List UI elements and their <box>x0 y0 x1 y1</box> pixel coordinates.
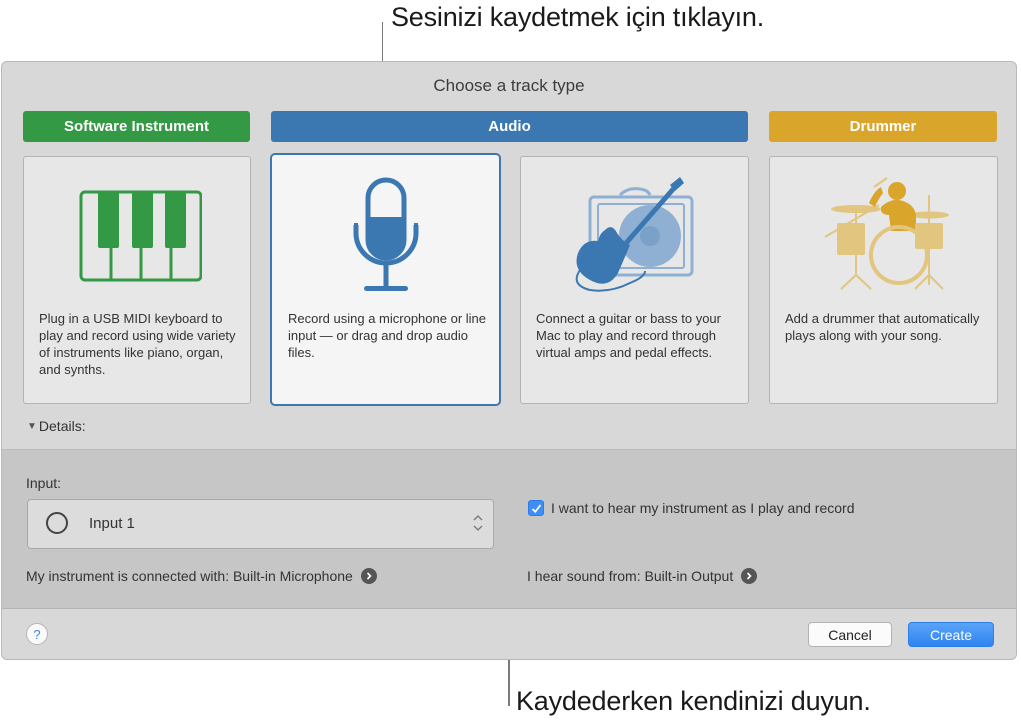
cancel-button[interactable]: Cancel <box>808 622 892 647</box>
output-connection-text: I hear sound from: Built-in Output <box>527 568 734 584</box>
card-description: Add a drummer that automatically plays a… <box>785 311 980 343</box>
details-label: Details: <box>38 418 86 434</box>
callout-hear-yourself: Kaydederken kendinizi duyun. <box>516 686 871 716</box>
monitor-checkbox[interactable] <box>528 500 544 516</box>
instrument-connection-text: My instrument is connected with: Built-i… <box>26 568 353 584</box>
piano-keys-icon <box>24 175 250 305</box>
input-label: Input: <box>26 475 62 491</box>
drummer-icon <box>770 175 997 305</box>
tab-drummer[interactable]: Drummer <box>769 111 997 142</box>
chevron-right-icon <box>366 572 372 580</box>
card-audio-microphone[interactable]: Record using a microphone or line input … <box>270 153 501 406</box>
disclosure-triangle-icon: ▼ <box>27 420 37 432</box>
details-panel: Input: Input 1 I want to hear my instrum… <box>2 449 1016 609</box>
input-select-value: Input 1 <box>89 515 135 532</box>
output-connection: I hear sound from: Built-in Output <box>527 568 758 584</box>
chevron-right-icon <box>747 572 752 580</box>
dialog-title: Choose a track type <box>433 76 585 95</box>
card-description: Plug in a USB MIDI keyboard to play and … <box>39 311 236 377</box>
card-software-instrument[interactable]: Plug in a USB MIDI keyboard to play and … <box>23 156 251 404</box>
instrument-connection-arrow-button[interactable] <box>360 568 377 584</box>
tab-audio[interactable]: Audio <box>271 111 748 142</box>
up-down-chevron-icon <box>473 515 483 531</box>
callout-record-voice: Sesinizi kaydetmek için tıklayın. <box>391 2 765 32</box>
output-connection-arrow-button[interactable] <box>741 568 758 584</box>
track-type-dialog: Choose a track type Software Instrument … <box>1 61 1017 660</box>
microphone-icon <box>272 175 499 305</box>
checkmark-icon <box>531 503 541 513</box>
monitor-checkbox-label: I want to hear my instrument as I play a… <box>551 500 855 516</box>
details-disclosure[interactable]: ▼ Details: <box>27 418 86 434</box>
guitar-amp-icon <box>521 175 748 305</box>
monitor-checkbox-row[interactable]: I want to hear my instrument as I play a… <box>528 500 854 516</box>
card-drummer[interactable]: Add a drummer that automatically plays a… <box>769 156 998 404</box>
input-channel-icon <box>46 512 68 534</box>
input-select[interactable]: Input 1 <box>27 499 494 549</box>
create-button[interactable]: Create <box>908 622 994 647</box>
help-button[interactable]: ? <box>26 623 48 645</box>
card-guitar-bass[interactable]: Connect a guitar or bass to your Mac to … <box>520 156 749 404</box>
instrument-connection: My instrument is connected with: Built-i… <box>26 568 377 584</box>
tab-software-instrument[interactable]: Software Instrument <box>23 111 250 142</box>
card-description: Connect a guitar or bass to your Mac to … <box>536 311 721 360</box>
card-description: Record using a microphone or line input … <box>288 311 486 360</box>
